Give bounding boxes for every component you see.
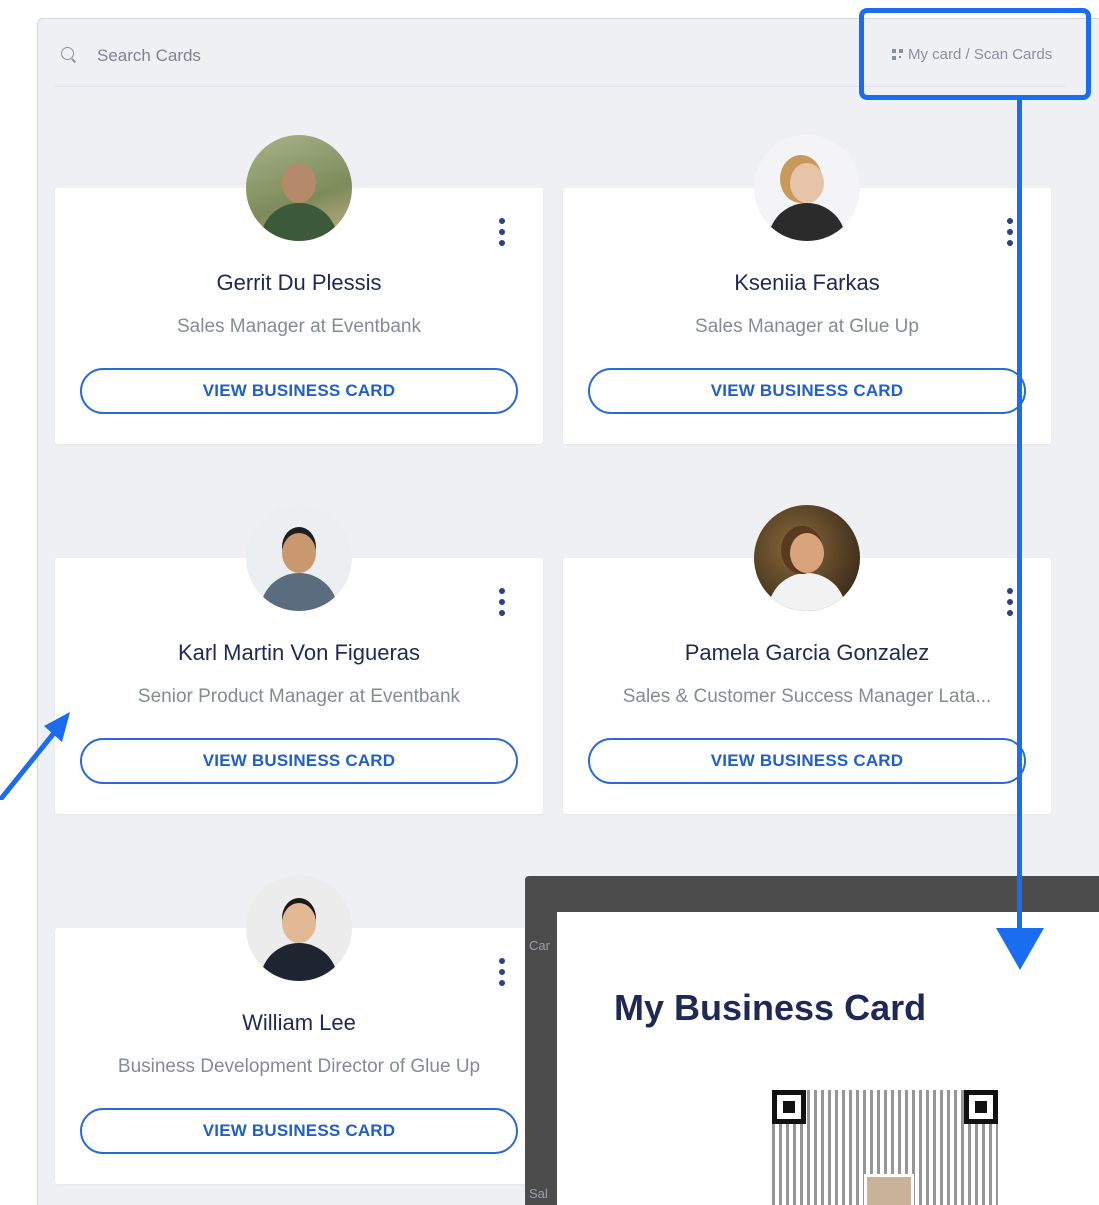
avatar xyxy=(246,875,352,981)
modal-peek-text: Sal xyxy=(529,1186,548,1201)
card-name: Gerrit Du Plessis xyxy=(216,270,382,295)
more-options-icon[interactable] xyxy=(499,588,505,616)
view-business-card-button[interactable]: VIEW BUSINESS CARD xyxy=(80,368,518,414)
business-card-william: William Lee Business Development Directo… xyxy=(55,875,543,1184)
qr-avatar-thumb xyxy=(864,1174,914,1205)
card-title: Business Development Director of Glue Up xyxy=(117,1056,481,1077)
modal-title: My Business Card xyxy=(614,987,927,1028)
card-name: Kseniia Farkas xyxy=(734,270,880,295)
view-business-card-button[interactable]: VIEW BUSINESS CARD xyxy=(588,368,1026,414)
highlight-annotation-box xyxy=(859,8,1091,100)
more-options-icon[interactable] xyxy=(499,958,505,986)
search-input[interactable]: Search Cards xyxy=(97,46,201,66)
card-name: William Lee xyxy=(242,1010,356,1035)
card-name: Pamela Garcia Gonzalez xyxy=(684,640,930,665)
business-card-karl: Karl Martin Von Figueras Senior Product … xyxy=(55,505,543,814)
more-options-icon[interactable] xyxy=(1007,588,1013,616)
view-business-card-button[interactable]: VIEW BUSINESS CARD xyxy=(588,738,1026,784)
avatar xyxy=(754,505,860,611)
more-options-icon[interactable] xyxy=(1007,218,1013,246)
annotation-arrow-left xyxy=(0,712,70,800)
modal-peek-text: Car xyxy=(529,938,550,953)
view-business-card-button[interactable]: VIEW BUSINESS CARD xyxy=(80,738,518,784)
business-card-pamela: Pamela Garcia Gonzalez Sales & Customer … xyxy=(563,505,1051,814)
card-title: Sales & Customer Success Manager Lata... xyxy=(622,686,992,707)
business-card-gerrit: Gerrit Du Plessis Sales Manager at Event… xyxy=(55,135,543,444)
view-business-card-button[interactable]: VIEW BUSINESS CARD xyxy=(80,1108,518,1154)
annotation-arrow-down-line xyxy=(1017,100,1022,932)
card-title: Sales Manager at Eventbank xyxy=(177,316,421,337)
card-title: Senior Product Manager at Eventbank xyxy=(137,686,461,707)
card-name: Karl Martin Von Figueras xyxy=(177,640,421,665)
business-card-kseniia: Kseniia Farkas Sales Manager at Glue Up … xyxy=(563,135,1051,444)
avatar xyxy=(246,505,352,611)
card-title: Sales Manager at Glue Up xyxy=(695,316,919,337)
search-icon xyxy=(61,47,74,60)
avatar xyxy=(754,135,860,241)
annotation-arrow-down-head xyxy=(996,928,1044,970)
more-options-icon[interactable] xyxy=(499,218,505,246)
qr-code-image xyxy=(772,1090,998,1205)
avatar xyxy=(246,135,352,241)
